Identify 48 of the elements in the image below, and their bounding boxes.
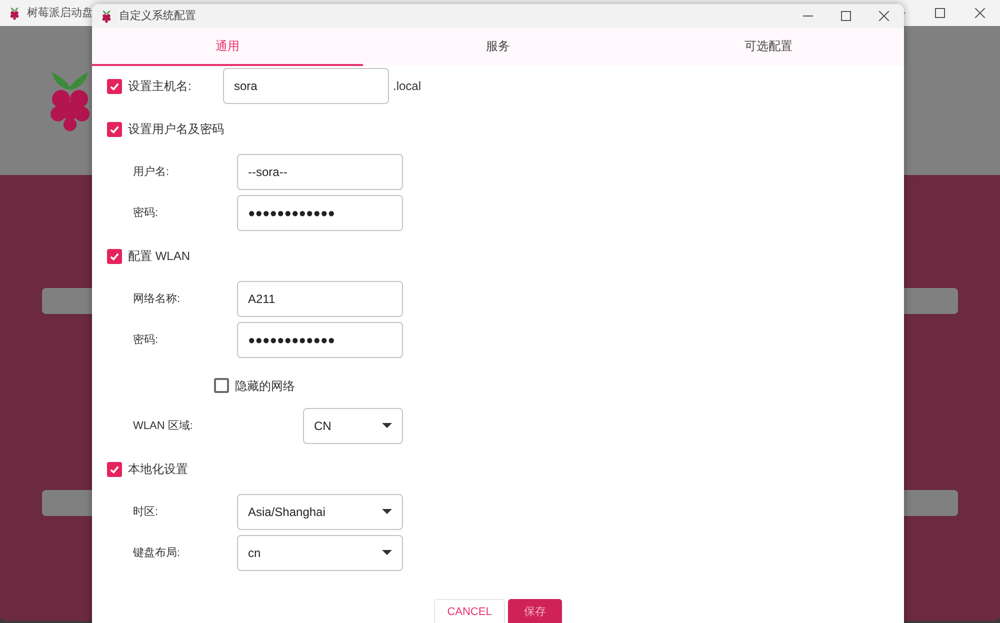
dropdown-value: Asia/Shanghai bbox=[248, 504, 326, 521]
checkmark-icon bbox=[109, 80, 120, 92]
input-field[interactable]: A211 bbox=[237, 281, 403, 317]
cancel-button[interactable]: CANCEL bbox=[434, 599, 505, 623]
checkbox[interactable] bbox=[107, 122, 122, 136]
close-icon[interactable] bbox=[975, 8, 985, 18]
field-label: 用户名: bbox=[133, 164, 170, 180]
checkbox[interactable] bbox=[214, 378, 229, 393]
input-field[interactable]: --sora-- bbox=[237, 154, 403, 190]
checkbox[interactable] bbox=[107, 78, 122, 94]
section-label: 设置用户名及密码 bbox=[128, 121, 224, 138]
app-icon bbox=[100, 9, 113, 23]
close-icon[interactable] bbox=[879, 11, 889, 21]
dropdown-value: cn bbox=[248, 545, 261, 562]
caret-icon bbox=[382, 423, 392, 429]
caret-icon bbox=[382, 550, 392, 556]
dropdown-value: CN bbox=[314, 418, 332, 435]
dropdown[interactable]: Asia/Shanghai bbox=[237, 494, 403, 530]
input-field[interactable]: ●●●●●●●●●●●● bbox=[237, 322, 403, 358]
checkbox[interactable] bbox=[107, 462, 122, 476]
field-label: 时区: bbox=[133, 504, 160, 520]
tab[interactable]: 通用 bbox=[92, 28, 363, 66]
dropdown[interactable]: CN bbox=[303, 408, 403, 444]
checkmark-icon bbox=[109, 464, 120, 474]
dropdown[interactable]: cn bbox=[237, 535, 403, 571]
tab[interactable]: 可选配置 bbox=[633, 28, 904, 66]
checkmark-icon bbox=[109, 250, 120, 262]
tab[interactable]: 服务 bbox=[362, 28, 634, 66]
section-label: 配置 WLAN bbox=[128, 248, 190, 265]
field-label: 密码: bbox=[133, 332, 160, 348]
field-label: 网络名称: bbox=[133, 292, 182, 307]
maximize-icon[interactable] bbox=[841, 11, 851, 21]
app-icon bbox=[8, 6, 21, 20]
input-field[interactable]: sora bbox=[223, 68, 389, 104]
option-label: 隐藏的网络 bbox=[235, 378, 295, 394]
input-field[interactable]: ●●●●●●●●●●●● bbox=[237, 195, 403, 231]
maximize-icon[interactable] bbox=[935, 8, 945, 18]
caret-icon bbox=[382, 509, 392, 515]
field-label: 键盘布局: bbox=[133, 546, 182, 561]
suffix-label: .local bbox=[393, 78, 422, 95]
field-label: 密码: bbox=[133, 206, 160, 221]
checkmark-icon bbox=[109, 124, 120, 134]
field-label: WLAN 区域: bbox=[133, 418, 194, 434]
section-label: 本地化设置 bbox=[128, 461, 188, 478]
checkbox[interactable] bbox=[107, 248, 122, 264]
window-title: 树莓派启动盘 bbox=[27, 6, 93, 21]
window-title: 自定义系统配置 bbox=[119, 8, 196, 24]
field-label: 设置主机名: bbox=[128, 78, 192, 95]
